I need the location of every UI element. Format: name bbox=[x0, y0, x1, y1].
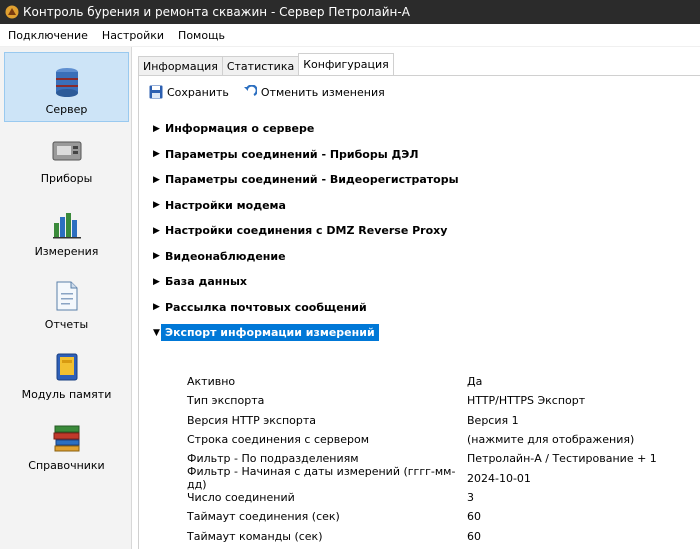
title-bar: Контроль бурения и ремонта скважин - Сер… bbox=[0, 0, 700, 24]
document-icon bbox=[56, 281, 77, 311]
save-button-label: Сохранить bbox=[167, 85, 229, 99]
property-value[interactable]: Да bbox=[467, 375, 700, 388]
expand-arrow-icon: ▶ bbox=[153, 276, 160, 287]
sidebar-item-label: Отчеты bbox=[44, 318, 89, 331]
property-value[interactable]: Петролайн-А / Тестирование + 1 bbox=[467, 452, 700, 465]
undo-icon bbox=[243, 85, 257, 96]
expand-arrow-icon: ▶ bbox=[153, 200, 160, 211]
sidebar-item-memory-module[interactable]: Модуль памяти bbox=[4, 338, 129, 408]
books-icon bbox=[53, 425, 79, 452]
expand-arrow-icon: ▶ bbox=[153, 174, 160, 185]
property-row[interactable]: Активно Да bbox=[139, 372, 700, 391]
sidebar-item-server[interactable]: Сервер bbox=[4, 52, 129, 122]
tab-configuration[interactable]: Конфигурация bbox=[298, 53, 394, 75]
category-title: Параметры соединений - Видеорегистраторы bbox=[165, 173, 459, 187]
property-row[interactable]: Тип экспорта HTTP/HTTPS Экспорт bbox=[139, 391, 700, 410]
category-title: База данных bbox=[165, 275, 248, 289]
category-video-surveillance[interactable]: ▶ Видеонаблюдение bbox=[139, 244, 700, 270]
tab-statistics[interactable]: Статистика bbox=[221, 56, 300, 75]
category-title: Экспорт информации измерений bbox=[161, 324, 379, 342]
expand-arrow-icon: ▶ bbox=[153, 251, 160, 262]
sidebar-item-reports[interactable]: Отчеты bbox=[4, 266, 129, 336]
expand-arrow-icon: ▶ bbox=[153, 225, 160, 236]
property-name: Таймаут команды (сек) bbox=[187, 529, 323, 543]
category-title: Видеонаблюдение bbox=[165, 249, 286, 263]
property-value[interactable]: Версия 1 bbox=[467, 414, 700, 427]
category-database[interactable]: ▶ База данных bbox=[139, 269, 700, 295]
property-row[interactable]: Таймаут соединения (сек) 60 bbox=[139, 507, 700, 526]
property-value[interactable]: 3 bbox=[467, 491, 700, 504]
sidebar-item-label: Сервер bbox=[45, 103, 88, 116]
sidebar-item-measurements[interactable]: Измерения bbox=[4, 195, 129, 265]
tab-information[interactable]: Информация bbox=[138, 56, 223, 75]
floppy-disk-icon bbox=[149, 85, 163, 99]
server-icon bbox=[55, 68, 78, 97]
expand-arrow-icon: ▶ bbox=[153, 302, 160, 313]
property-grid: Активно Да Тип экспорта HTTP/HTTPS Экспо… bbox=[139, 372, 700, 546]
property-name: Строка соединения с сервером bbox=[187, 433, 369, 447]
property-name: Фильтр - По подразделениям bbox=[187, 452, 359, 466]
menu-item-help[interactable]: Помощь bbox=[170, 29, 231, 42]
sidebar-item-devices[interactable]: Приборы bbox=[4, 124, 129, 194]
menu-item-connection[interactable]: Подключение bbox=[0, 29, 94, 42]
device-icon bbox=[52, 141, 81, 161]
sidebar: Сервер Приборы Измерения Отчеты Модуль п… bbox=[0, 47, 132, 549]
configuration-pane: Сохранить Отменить изменения ▶ Информаци… bbox=[138, 76, 700, 549]
category-measurement-export[interactable]: ▼ Экспорт информации измерений bbox=[139, 320, 700, 346]
property-row[interactable]: Число соединений 3 bbox=[139, 488, 700, 507]
save-button[interactable]: Сохранить bbox=[149, 85, 229, 99]
bar-chart-icon bbox=[52, 213, 81, 239]
category-server-info[interactable]: ▶ Информация о сервере bbox=[139, 116, 700, 142]
sidebar-item-directories[interactable]: Справочники bbox=[4, 409, 129, 479]
cancel-changes-button[interactable]: Отменить изменения bbox=[243, 85, 385, 99]
window-title: Контроль бурения и ремонта скважин - Сер… bbox=[23, 5, 410, 19]
property-name: Фильтр - Начиная с даты измерений (гггг-… bbox=[187, 465, 456, 492]
category-title: Настройки модема bbox=[165, 198, 286, 212]
category-mail-delivery[interactable]: ▶ Рассылка почтовых сообщений bbox=[139, 295, 700, 321]
property-name: Версия HTTP экспорта bbox=[187, 413, 317, 427]
tab-strip: Информация Статистика Конфигурация bbox=[138, 53, 394, 75]
sidebar-item-label: Модуль памяти bbox=[21, 388, 112, 401]
cancel-changes-button-label: Отменить изменения bbox=[260, 85, 385, 99]
expand-arrow-icon: ▶ bbox=[153, 123, 160, 134]
property-value[interactable]: (нажмите для отображения) bbox=[467, 433, 700, 446]
property-row[interactable]: Фильтр - Начиная с даты измерений (гггг-… bbox=[139, 465, 700, 491]
property-value[interactable]: 2024-10-01 bbox=[467, 472, 700, 485]
category-del-devices-connection[interactable]: ▶ Параметры соединений - Приборы ДЭЛ bbox=[139, 142, 700, 168]
property-row[interactable]: Таймаут команды (сек) 60 bbox=[139, 526, 700, 545]
category-modem-settings[interactable]: ▶ Настройки модема bbox=[139, 193, 700, 219]
main-panel: Информация Статистика Конфигурация Сохра… bbox=[135, 47, 700, 549]
property-row[interactable]: Версия HTTP экспорта Версия 1 bbox=[139, 411, 700, 430]
property-name: Активно bbox=[187, 375, 236, 389]
expand-arrow-icon: ▶ bbox=[153, 149, 160, 160]
property-name: Число соединений bbox=[187, 490, 295, 504]
menu-bar: Подключение Настройки Помощь bbox=[0, 24, 700, 47]
sidebar-item-label: Приборы bbox=[40, 172, 93, 185]
property-value[interactable]: 60 bbox=[467, 510, 700, 523]
menu-item-settings[interactable]: Настройки bbox=[94, 29, 170, 42]
category-video-recorders-connection[interactable]: ▶ Параметры соединений - Видеорегистрато… bbox=[139, 167, 700, 193]
memory-module-icon bbox=[56, 353, 77, 381]
property-value[interactable]: 60 bbox=[467, 530, 700, 543]
property-name: Тип экспорта bbox=[187, 394, 265, 408]
property-name: Таймаут соединения (сек) bbox=[187, 510, 340, 524]
app-logo-icon bbox=[5, 5, 19, 19]
property-categories: ▶ Информация о сервере ▶ Параметры соеди… bbox=[139, 116, 700, 346]
property-row[interactable]: Строка соединения с сервером (нажмите дл… bbox=[139, 430, 700, 449]
toolbar: Сохранить Отменить изменения bbox=[149, 85, 399, 99]
category-title: Рассылка почтовых сообщений bbox=[165, 300, 367, 314]
category-title: Параметры соединений - Приборы ДЭЛ bbox=[165, 147, 419, 161]
category-title: Настройки соединения с DMZ Reverse Proxy bbox=[165, 224, 448, 238]
category-dmz-proxy[interactable]: ▶ Настройки соединения с DMZ Reverse Pro… bbox=[139, 218, 700, 244]
sidebar-item-label: Измерения bbox=[34, 245, 99, 258]
sidebar-item-label: Справочники bbox=[28, 459, 105, 472]
property-value[interactable]: HTTP/HTTPS Экспорт bbox=[467, 394, 700, 407]
category-title: Информация о сервере bbox=[165, 122, 315, 136]
